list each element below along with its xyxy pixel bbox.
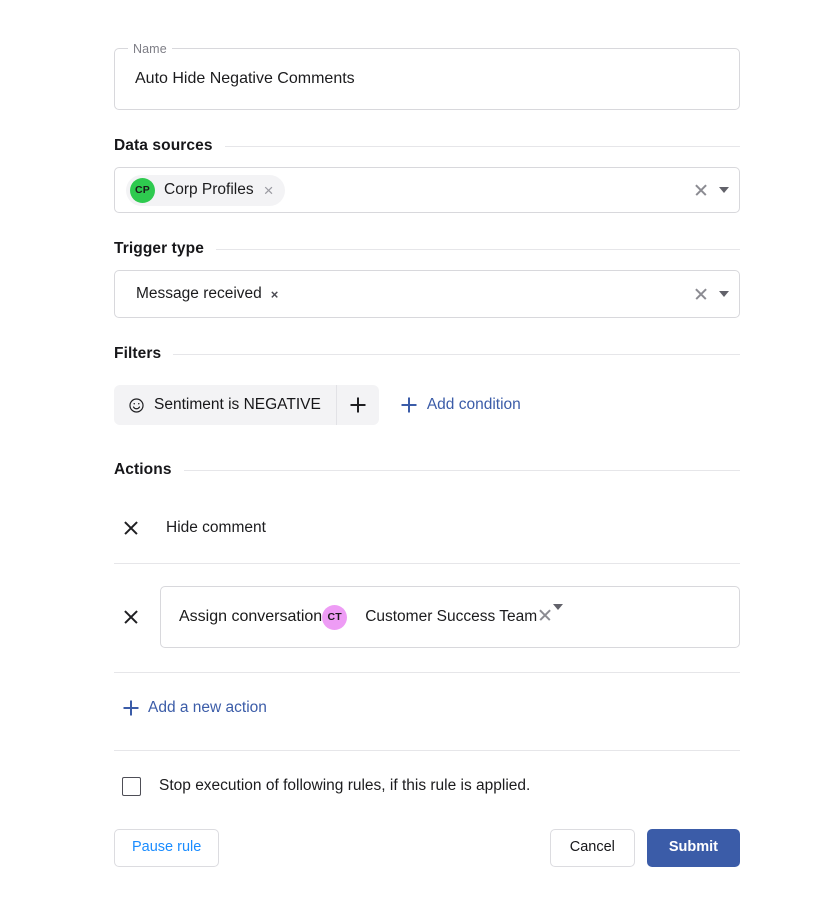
data-source-chip[interactable]: CP Corp Profiles × xyxy=(126,174,285,206)
cancel-button[interactable]: Cancel xyxy=(549,828,635,867)
avatar: CP xyxy=(130,177,155,203)
filters-row: Sentiment is NEGATIVE Add condition xyxy=(114,385,740,425)
assign-conversation-label: Assign conversation xyxy=(179,608,323,625)
trigger-type-adornments xyxy=(693,286,729,302)
remove-chip-icon[interactable]: × xyxy=(264,182,274,199)
pause-rule-button[interactable]: Pause rule xyxy=(114,828,220,867)
add-action-row: Add a new action xyxy=(114,673,740,751)
section-header-data-sources: Data sources xyxy=(114,137,740,155)
add-new-action-label: Add a new action xyxy=(148,699,267,716)
section-title-actions: Actions xyxy=(114,461,172,478)
action-label: Hide comment xyxy=(166,519,266,536)
chevron-down-icon[interactable] xyxy=(719,187,729,193)
stop-execution-label: Stop execution of following rules, if th… xyxy=(159,777,531,794)
action-row-assign-conversation: Assign conversation CT Customer Success … xyxy=(114,564,740,673)
section-divider xyxy=(173,353,740,355)
filter-group: Sentiment is NEGATIVE xyxy=(114,385,379,425)
add-filter-button[interactable] xyxy=(337,385,379,425)
name-field-label: Name xyxy=(128,42,172,56)
clear-icon[interactable] xyxy=(693,182,709,198)
trigger-type-select[interactable]: Message received × xyxy=(114,270,740,318)
data-sources-adornments xyxy=(693,182,729,198)
filter-condition-label: Sentiment is NEGATIVE xyxy=(154,396,321,413)
section-divider xyxy=(224,145,740,147)
stop-execution-row: Stop execution of following rules, if th… xyxy=(122,751,740,796)
chevron-down-icon[interactable] xyxy=(553,603,564,627)
name-input[interactable]: Auto Hide Negative Comments xyxy=(135,70,355,88)
section-divider xyxy=(215,248,740,250)
data-source-chip-label: Corp Profiles xyxy=(164,181,254,198)
plus-icon xyxy=(349,397,366,414)
section-header-actions: Actions xyxy=(114,461,740,479)
assign-conversation-value: Customer Success Team xyxy=(365,608,538,625)
section-title-data-sources: Data sources xyxy=(114,137,213,154)
plus-icon xyxy=(401,397,418,414)
footer-actions: Pause rule Cancel Submit xyxy=(114,828,740,867)
assign-conversation-value-wrap: CT Customer Success Team xyxy=(322,604,538,630)
assign-conversation-select[interactable]: Assign conversation CT Customer Success … xyxy=(160,586,740,648)
remove-chip-icon[interactable]: × xyxy=(271,288,279,301)
add-condition-button[interactable]: Add condition xyxy=(401,396,521,414)
rule-editor-page: Name Auto Hide Negative Comments Data so… xyxy=(0,0,823,915)
data-sources-select[interactable]: CP Corp Profiles × xyxy=(114,167,740,213)
remove-action-icon[interactable] xyxy=(122,519,140,537)
rule-form: Name Auto Hide Negative Comments Data so… xyxy=(114,42,740,867)
section-title-trigger-type: Trigger type xyxy=(114,240,204,257)
section-header-filters: Filters xyxy=(114,345,740,363)
section-header-trigger-type: Trigger type xyxy=(114,240,740,258)
remove-action-icon[interactable] xyxy=(122,608,140,626)
add-new-action-button[interactable]: Add a new action xyxy=(122,699,267,717)
section-title-filters: Filters xyxy=(114,345,162,362)
chevron-down-icon[interactable] xyxy=(719,291,729,297)
action-row-hide-comment: Hide comment xyxy=(114,491,740,564)
plus-icon xyxy=(122,700,139,717)
trigger-type-chip-label: Message received xyxy=(136,285,262,302)
add-condition-label: Add condition xyxy=(426,396,521,413)
sentiment-smiley-icon xyxy=(128,397,145,414)
submit-button[interactable]: Submit xyxy=(646,828,740,867)
filter-condition-chip[interactable]: Sentiment is NEGATIVE xyxy=(114,385,337,425)
clear-icon[interactable] xyxy=(537,607,553,623)
clear-icon[interactable] xyxy=(693,286,709,302)
section-divider xyxy=(183,469,740,471)
avatar: CT xyxy=(322,604,348,630)
assign-adornments xyxy=(537,603,564,628)
trigger-type-chip[interactable]: Message received × xyxy=(126,279,289,310)
stop-execution-checkbox[interactable] xyxy=(122,776,141,796)
name-field[interactable]: Name Auto Hide Negative Comments xyxy=(114,42,740,110)
